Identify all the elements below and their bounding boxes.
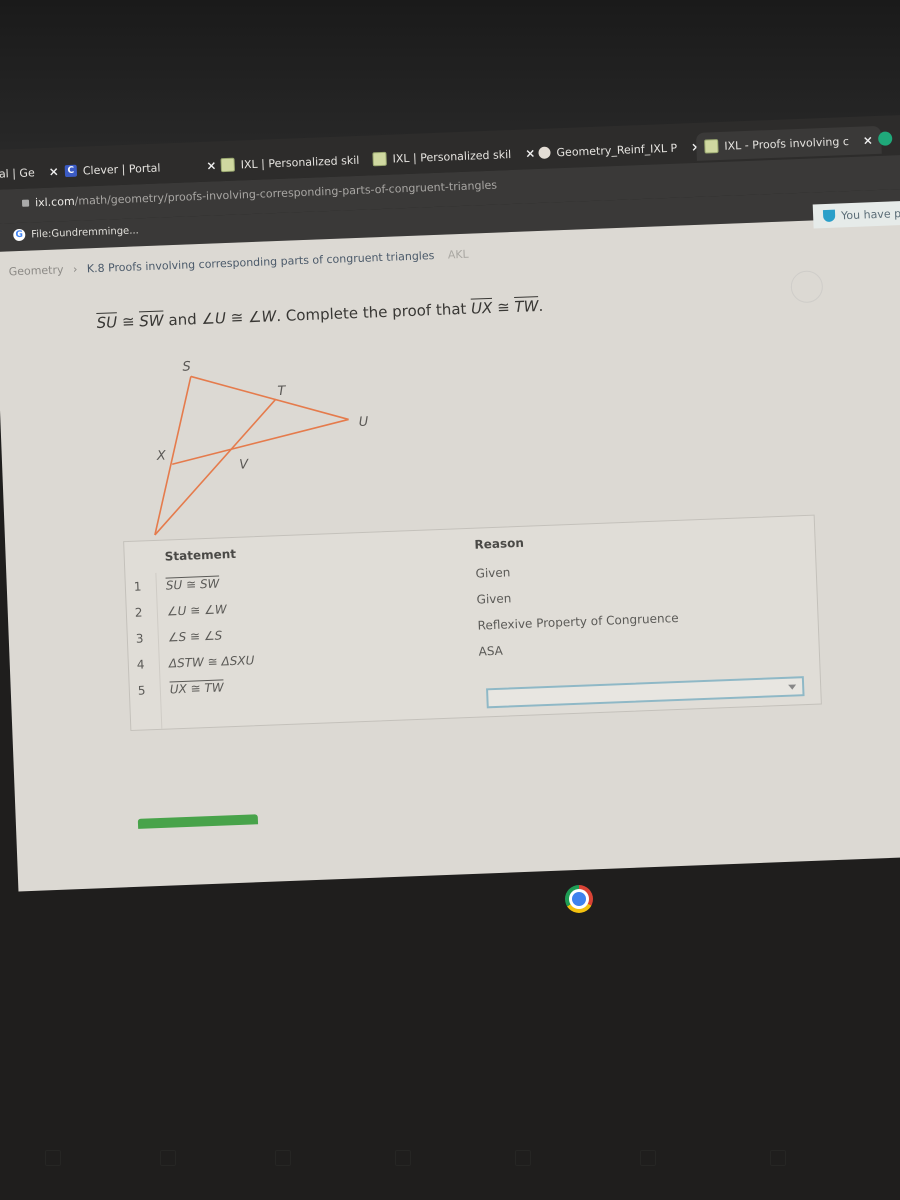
point-label-U: U (358, 415, 369, 430)
tab-clever[interactable]: C Clever | Portal × (56, 151, 225, 185)
statement-cell: UX ≅ TW (169, 680, 224, 697)
point-label-T: T (277, 384, 287, 399)
chevron-down-icon (788, 684, 797, 690)
prompt: . Complete the proof that (275, 299, 467, 326)
tab-geometry[interactable]: Geometry_Reinf_IXL P × (530, 132, 710, 167)
point-label-S: S (182, 359, 191, 374)
period: . (538, 296, 544, 316)
fullscreen-key-icon (395, 1150, 411, 1166)
award-banner[interactable]: You have pri (812, 199, 900, 229)
extension-icon[interactable] (877, 131, 893, 146)
url-host: ixl.com (34, 194, 75, 210)
reason-header: Reason (474, 535, 525, 552)
row-number: 2 (134, 605, 143, 620)
reason-cell: Given (476, 591, 512, 607)
brightness-up-key-icon (770, 1150, 786, 1166)
statement-cell: SU ≅ SW (165, 576, 220, 593)
award-text: You have pri (840, 206, 900, 222)
page-content: You have pri Geometry › K.8 Proofs invol… (0, 199, 900, 892)
statement-cell: ∠U ≅ ∠W (166, 602, 227, 619)
point-label-V: V (239, 457, 250, 472)
tab-title: IXL | Personalized skil (240, 153, 360, 171)
row-number: 3 (135, 631, 144, 646)
row-number: 1 (133, 579, 142, 594)
segment: SU (96, 313, 118, 333)
row-number: 5 (137, 683, 146, 698)
point-label-X: X (156, 448, 168, 463)
tab-title: IXL - Proofs involving c (724, 134, 850, 153)
submit-button[interactable] (137, 814, 259, 829)
breadcrumb-separator: › (72, 262, 78, 276)
smartscore-icon (790, 270, 824, 304)
segment: TW (514, 297, 539, 316)
reason-cell: Given (475, 565, 511, 581)
congruent-symbol: ≅ (496, 298, 511, 317)
congruent-symbol: ≅ (121, 312, 135, 332)
overview-key-icon (515, 1150, 531, 1166)
tab-title: Geometry_Reinf_IXL P (556, 141, 678, 159)
brightness-down-key-icon (640, 1150, 656, 1166)
angle: ∠W (247, 307, 277, 327)
reason-cell: ASA (478, 643, 504, 659)
tab-title: al | Ge (0, 165, 35, 181)
breadcrumb-current: K.8 Proofs involving corresponding parts… (86, 249, 435, 276)
lock-icon (21, 199, 30, 207)
tab-title: IXL | Personalized skil (392, 147, 512, 166)
geometry-icon (538, 146, 551, 159)
segment-SU (190, 375, 349, 421)
statement-header: Statement (164, 546, 237, 564)
bookmark-label: File:Gundremminge... (31, 224, 139, 240)
refresh-key-icon (275, 1150, 291, 1166)
tab-ixl-proofs[interactable]: IXL - Proofs involving c × (695, 125, 882, 161)
tab-ixl-2[interactable]: IXL | Personalized skil × (364, 139, 544, 174)
segment-XU (172, 418, 349, 466)
angle: ∠U (201, 309, 227, 329)
keyboard-row (0, 1150, 900, 1180)
google-icon: G (13, 228, 26, 242)
breadcrumb: Geometry › K.8 Proofs involving correspo… (8, 248, 468, 279)
trophy-icon (822, 209, 836, 223)
ixl-icon (220, 157, 236, 173)
segment: UX (470, 298, 493, 318)
forward-key-icon (160, 1150, 176, 1166)
bookmark-item[interactable]: G File:Gundremminge... (13, 224, 139, 242)
ixl-icon (372, 151, 387, 167)
ixl-icon (704, 139, 719, 154)
back-key-icon (45, 1150, 61, 1166)
chrome-icon[interactable] (565, 885, 593, 913)
tab-title: Clever | Portal (82, 160, 161, 177)
conjunction: and (168, 310, 198, 330)
congruent-symbol: ≅ (230, 308, 244, 327)
clever-icon: C (64, 164, 78, 178)
screen: al | Ge × C Clever | Portal × IXL | Pers… (0, 113, 900, 892)
close-icon[interactable]: × (863, 133, 874, 147)
statement-cell: ΔSTW ≅ ΔSXU (168, 653, 255, 671)
question-text: SU ≅ SW and ∠U ≅ ∠W. Complete the proof … (96, 297, 543, 332)
statement-cell: ∠S ≅ ∠S (167, 628, 223, 645)
proof-table: Statement Reason 1 SU ≅ SW Given 2 ∠U ≅ … (123, 514, 822, 732)
skill-code: AKL (447, 247, 469, 262)
row-number: 4 (136, 657, 145, 672)
breadcrumb-parent[interactable]: Geometry (8, 263, 63, 278)
segment: SW (139, 311, 165, 331)
